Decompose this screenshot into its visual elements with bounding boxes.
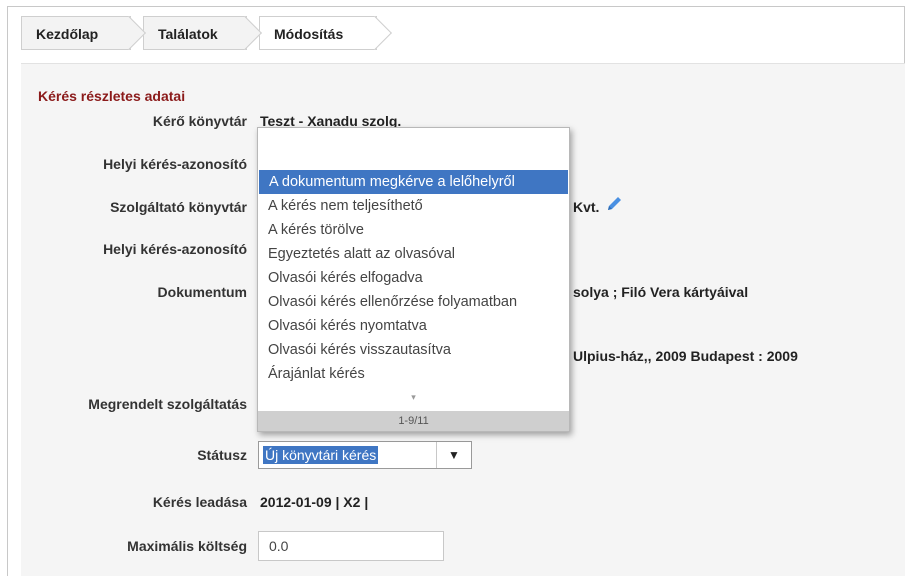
local-request-id-2-label: Helyi kérés-azonosító (103, 241, 247, 257)
section-title: Kérés részletes adatai (38, 88, 186, 104)
breadcrumb-home-label: Kezdőlap (36, 26, 99, 42)
pencil-icon[interactable] (605, 195, 623, 213)
document-value: solya ; Filó Vera kártyáival (573, 284, 749, 300)
dropdown-option[interactable]: A dokumentum megkérve a lelőhelyről (259, 170, 568, 194)
breadcrumb-results[interactable]: Találatok (143, 16, 247, 50)
max-cost-label: Maximális költség (127, 538, 247, 554)
status-label: Státusz (197, 447, 247, 463)
breadcrumb-home[interactable]: Kezdőlap (21, 16, 131, 50)
dropdown-paging: 1-9/11 (258, 411, 569, 431)
status-dropdown: A dokumentum megkérve a lelőhelyről A ké… (257, 127, 570, 432)
dropdown-option[interactable]: Árajánlat kérés (258, 362, 569, 386)
requester-library-label: Kérő könyvtár (152, 113, 247, 129)
provider-library-label: Szolgáltató könyvtár (110, 199, 247, 215)
request-submitted-value: 2012-01-09 | X2 | (260, 494, 369, 510)
local-request-id-label: Helyi kérés-azonosító (103, 156, 247, 172)
breadcrumb-edit[interactable]: Módosítás (259, 16, 377, 50)
provider-library-value: Kvt. (573, 199, 600, 215)
dropdown-option[interactable]: Olvasói kérés visszautasítva (258, 338, 569, 362)
dropdown-option[interactable]: Olvasói kérés ellenőrzése folyamatban (258, 290, 569, 314)
ordered-service-label: Megrendelt szolgáltatás (88, 396, 247, 412)
document-publication: Ulpius-ház,, 2009 Budapest : 2009 (573, 348, 798, 364)
dropdown-option[interactable]: A kérés nem teljesíthető (258, 194, 569, 218)
status-selected-value: Új könyvtári kérés (263, 446, 379, 464)
scroll-down-icon[interactable]: ▾ (258, 390, 569, 404)
breadcrumb: Kezdőlap Találatok Módosítás (21, 16, 903, 52)
dropdown-option[interactable]: A kérés törölve (258, 218, 569, 242)
status-select[interactable]: Új könyvtári kérés ▼ (258, 441, 472, 469)
breadcrumb-edit-label: Módosítás (274, 26, 344, 42)
dropdown-option[interactable]: Olvasói kérés elfogadva (258, 266, 569, 290)
dropdown-option[interactable]: Olvasói kérés nyomtatva (258, 314, 569, 338)
max-cost-input[interactable] (258, 531, 444, 561)
document-label: Dokumentum (157, 284, 247, 300)
dropdown-options: A dokumentum megkérve a lelőhelyről A ké… (258, 170, 569, 386)
dropdown-option[interactable]: Egyeztetés alatt az olvasóval (258, 242, 569, 266)
dropdown-search-input[interactable] (264, 134, 567, 166)
request-submitted-label: Kérés leadása (152, 494, 247, 510)
breadcrumb-results-label: Találatok (158, 26, 218, 42)
dropdown-arrow-icon[interactable]: ▼ (436, 442, 471, 468)
